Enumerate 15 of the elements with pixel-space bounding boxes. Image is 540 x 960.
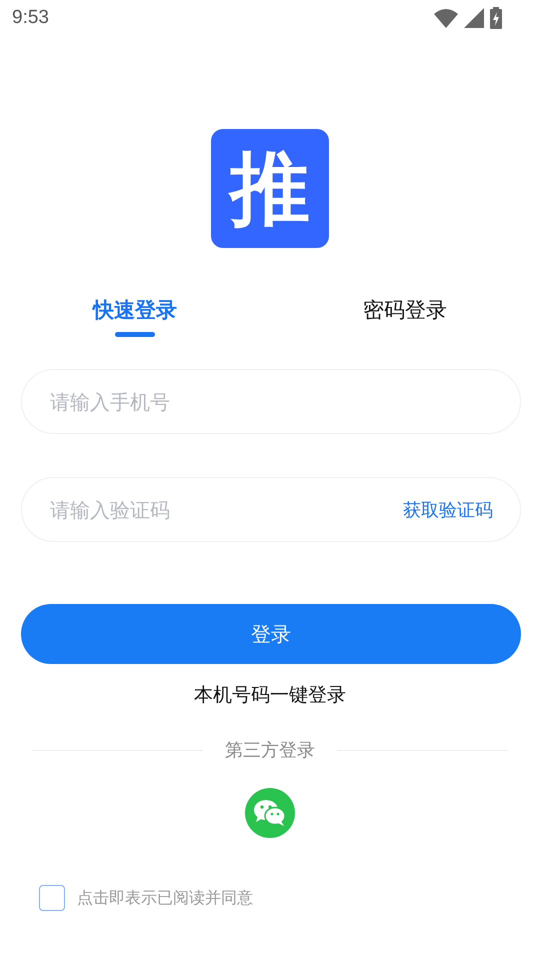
wechat-login-button[interactable] [245, 788, 295, 838]
wifi-icon [434, 8, 458, 28]
login-button[interactable]: 登录 [21, 604, 521, 664]
phone-field[interactable]: 请输入手机号 [21, 369, 521, 434]
third-party-label: 第三方登录 [225, 739, 315, 762]
signal-icon [464, 8, 484, 28]
status-time: 9:53 [12, 7, 49, 29]
one-key-login-link[interactable]: 本机号码一键登录 [194, 682, 346, 708]
agree-checkbox[interactable] [39, 885, 65, 911]
login-tab[interactable]: 密码登录 [270, 292, 540, 337]
agreement-text: 点击即表示已阅读并同意 [77, 888, 253, 908]
get-code-button[interactable]: 获取验证码 [403, 498, 493, 522]
login-tab[interactable]: 快速登录 [0, 292, 270, 337]
app-logo: 推 [211, 129, 329, 248]
battery-icon [490, 7, 502, 29]
